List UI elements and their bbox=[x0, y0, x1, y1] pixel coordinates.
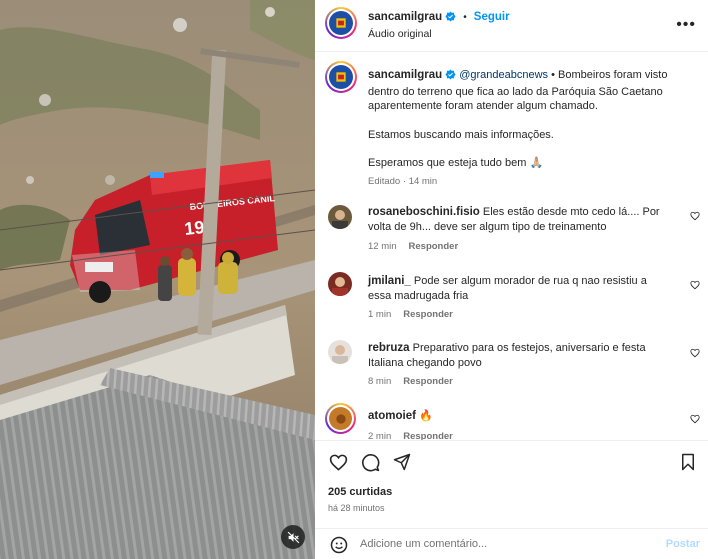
post-caption: sancamilgrau @grandeabcnews • Bombeiros … bbox=[368, 68, 688, 189]
reply-button[interactable]: Responder bbox=[403, 309, 453, 320]
logo-icon bbox=[336, 72, 346, 82]
muted-speaker-icon bbox=[287, 531, 299, 543]
post-comment-button[interactable]: Postar bbox=[666, 538, 700, 550]
like-comment-heart-icon[interactable] bbox=[690, 280, 700, 293]
comment-time: 12 min bbox=[368, 241, 397, 252]
comment-time: 1 min bbox=[368, 309, 392, 320]
comment-time: 8 min bbox=[368, 376, 392, 387]
post-header: sancamilgrau • Seguir Áudio original ••• bbox=[315, 0, 708, 52]
audio-label[interactable]: Áudio original bbox=[368, 28, 432, 40]
share-send-icon[interactable] bbox=[392, 452, 412, 472]
comment-box: Adicione um comentário... Postar bbox=[315, 528, 708, 559]
like-heart-icon[interactable] bbox=[328, 452, 348, 472]
bookmark-icon[interactable] bbox=[678, 452, 698, 472]
commenter-avatar[interactable] bbox=[328, 205, 352, 229]
caption-username[interactable]: sancamilgrau bbox=[368, 69, 442, 81]
fire-emoji: 🔥 bbox=[418, 410, 433, 422]
comment-username[interactable]: rebruza bbox=[368, 342, 410, 354]
caption-time: 14 min bbox=[408, 175, 438, 187]
video-frame: BOMBEIROS CANIL 19 bbox=[0, 0, 315, 559]
comment-username[interactable]: rosaneboschini.fisio bbox=[368, 206, 480, 218]
more-options-icon[interactable]: ••• bbox=[676, 16, 696, 34]
caption-mention[interactable]: @grandeabcnews bbox=[459, 69, 548, 81]
edited-label: Editado bbox=[368, 175, 401, 187]
praying-hands-emoji: 🙏🏼 bbox=[529, 157, 544, 169]
like-comment-heart-icon[interactable] bbox=[690, 414, 700, 427]
caption-text-2: Estamos buscando mais informações. bbox=[368, 128, 554, 141]
header-separator: • bbox=[463, 12, 467, 23]
verified-icon bbox=[445, 11, 456, 25]
follow-button[interactable]: Seguir bbox=[474, 11, 510, 23]
comment-bubble-icon[interactable] bbox=[360, 452, 380, 472]
commenter-avatar[interactable] bbox=[328, 272, 352, 296]
mute-button[interactable] bbox=[281, 525, 305, 549]
author-username[interactable]: sancamilgrau bbox=[368, 11, 442, 23]
like-comment-heart-icon[interactable] bbox=[690, 211, 700, 224]
verified-icon bbox=[445, 69, 456, 85]
logo-icon bbox=[336, 18, 346, 28]
post-time[interactable]: há 28 minutos bbox=[328, 503, 385, 513]
commenter-avatar[interactable] bbox=[325, 403, 356, 434]
emoji-picker-icon[interactable] bbox=[329, 535, 349, 555]
caption-text-3: Esperamos que esteja tudo bem bbox=[368, 157, 527, 169]
author-avatar[interactable] bbox=[325, 7, 357, 39]
ambulance-number: 19 bbox=[183, 217, 205, 239]
comment-username[interactable]: atomoief bbox=[368, 410, 416, 422]
reply-button[interactable]: Responder bbox=[409, 241, 459, 252]
reply-button[interactable]: Responder bbox=[403, 376, 453, 387]
comment-username[interactable]: jmilani_ bbox=[368, 275, 411, 287]
caption-avatar[interactable] bbox=[325, 61, 357, 93]
post-action-bar: 205 curtidas há 28 minutos bbox=[315, 440, 708, 518]
comment-text: Preparativo para os festejos, aniversari… bbox=[368, 342, 646, 369]
likes-count[interactable]: 205 curtidas bbox=[328, 486, 392, 498]
like-comment-heart-icon[interactable] bbox=[690, 348, 700, 361]
commenter-avatar[interactable] bbox=[328, 340, 352, 364]
comment-input[interactable]: Adicione um comentário... bbox=[360, 538, 487, 550]
post-side-panel: sancamilgrau • Seguir Áudio original •••… bbox=[315, 0, 708, 559]
post-video[interactable]: BOMBEIROS CANIL 19 bbox=[0, 0, 315, 559]
caption-bullet: • bbox=[551, 69, 555, 81]
